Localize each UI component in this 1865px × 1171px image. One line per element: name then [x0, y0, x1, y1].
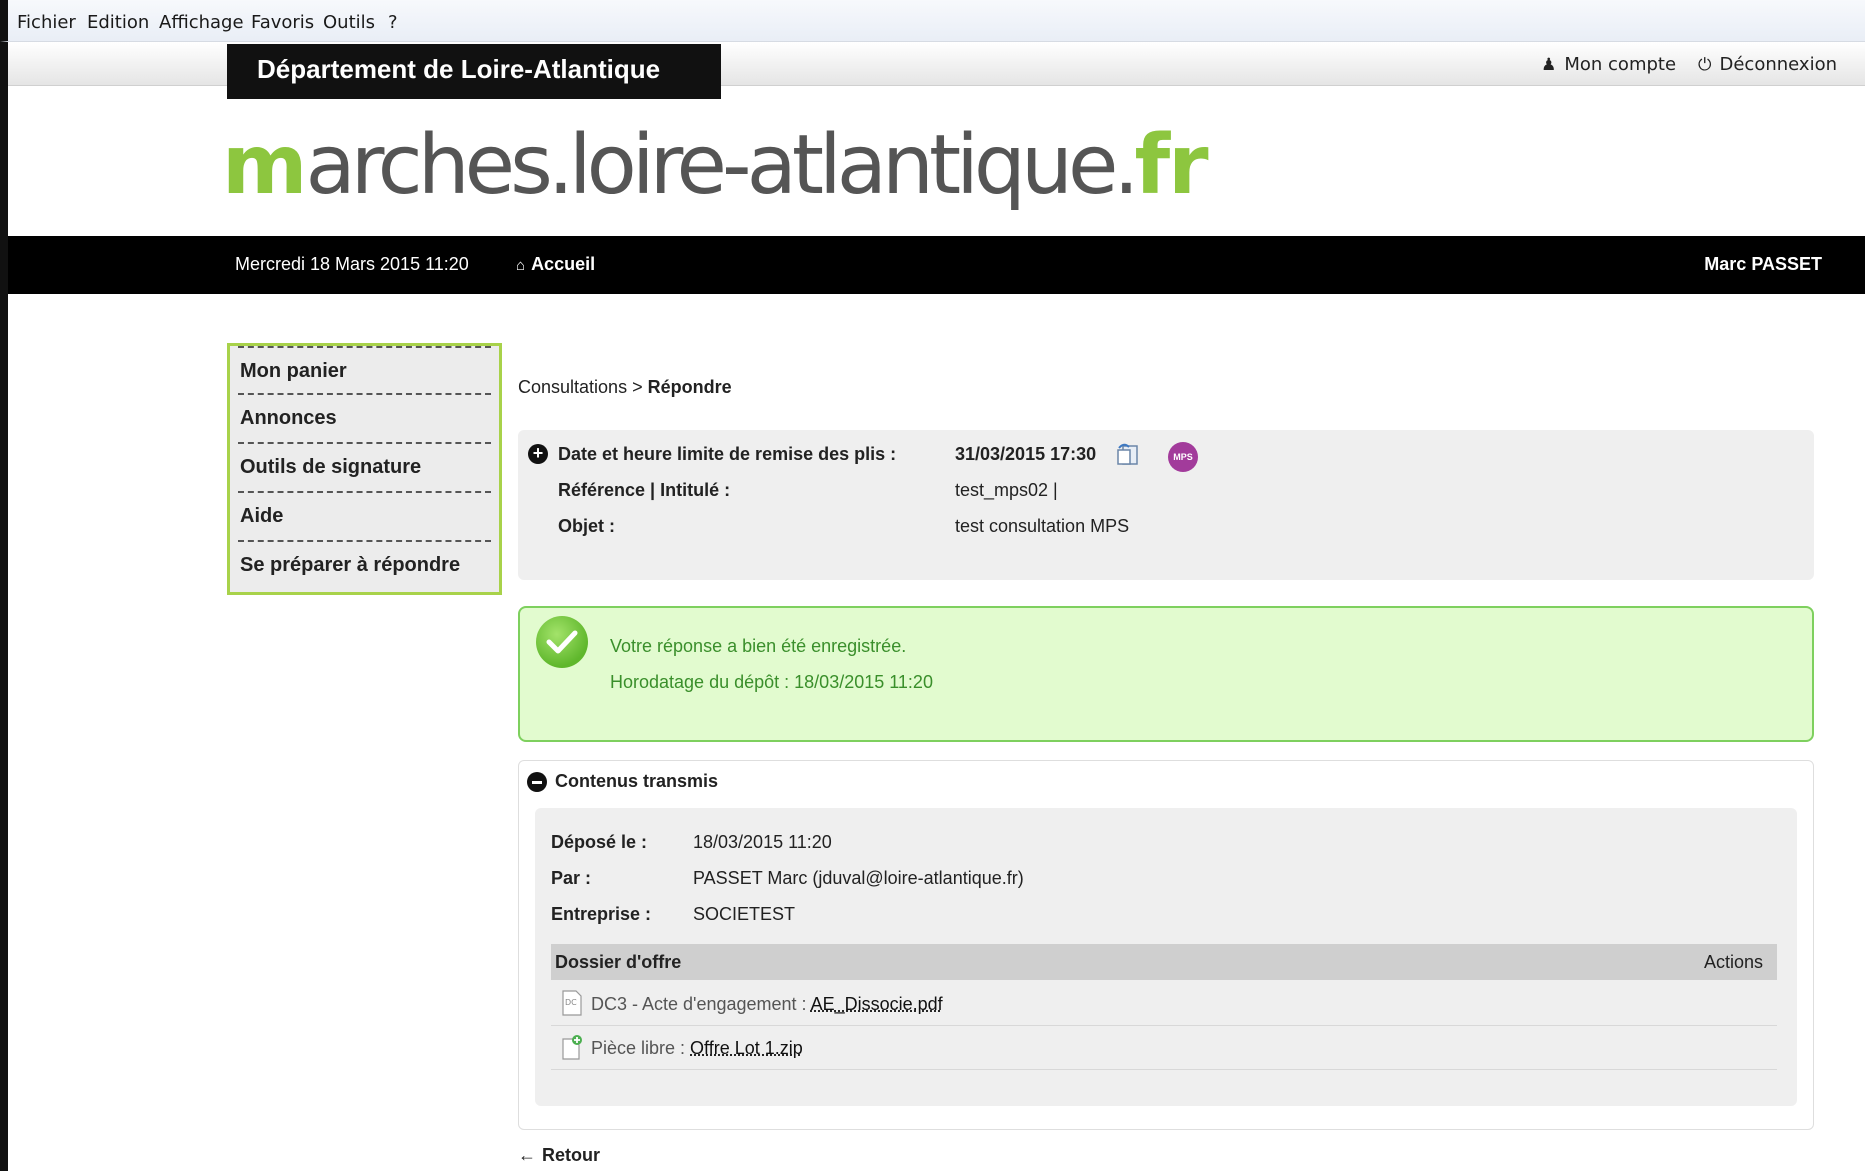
by-label: Par :	[551, 868, 592, 888]
offer-table-header: Dossier d'offre Actions	[551, 944, 1777, 980]
sidemenu-item-panier[interactable]: Mon panier	[238, 346, 491, 395]
my-account-label: Mon compte	[1564, 54, 1677, 75]
user-name: Marc PASSET	[1704, 254, 1822, 274]
breadcrumb: Consultations > Répondre	[518, 377, 732, 398]
logo-m: m	[222, 118, 307, 213]
logout-link[interactable]: ⏻ Déconnexion	[1698, 54, 1837, 75]
current-date: Mercredi 18 Mars 2015 11:20	[235, 254, 469, 274]
reference-value: test_mps02 |	[955, 480, 1058, 500]
success-text: Votre réponse a bien été enregistrée.	[610, 636, 907, 656]
company-label: Entreprise :	[551, 904, 652, 924]
deadline-label: Date et heure limite de remise des plis …	[558, 444, 897, 464]
home-label: Accueil	[531, 254, 596, 274]
breadcrumb-consultations[interactable]: Consultations	[518, 377, 627, 397]
transmitted-contents: Contenus transmis Déposé le : 18/03/2015…	[518, 760, 1814, 1130]
timestamp-value: 18/03/2015 11:20	[794, 672, 933, 692]
object-label: Objet :	[558, 516, 615, 536]
object-value: test consultation MPS	[955, 516, 1130, 536]
home-icon: ⌂	[516, 257, 526, 274]
logo-middle: arches.loire-atlantique.	[305, 118, 1139, 213]
file-entry: DC3 - Acte d'engagement : AE_Dissocie.pd…	[591, 994, 943, 1015]
expand-icon[interactable]: +	[528, 444, 548, 464]
collapse-icon[interactable]	[527, 772, 547, 792]
menu-affichage[interactable]: Affichage	[159, 12, 244, 33]
dc-document-icon: DC	[562, 990, 582, 1016]
file-entry: Pièce libre : Offre Lot 1.zip	[591, 1038, 803, 1059]
user-icon: ♟	[1541, 55, 1557, 75]
department-title: Département de Loire-Atlantique	[227, 44, 721, 99]
my-account-link[interactable]: ♟ Mon compte	[1541, 54, 1676, 75]
deposit-value: 18/03/2015 11:20	[693, 832, 832, 852]
consultation-info: + Date et heure limite de remise des pli…	[518, 430, 1814, 580]
add-file-icon	[562, 1035, 582, 1060]
success-message-box: Votre réponse a bien été enregistrée. Ho…	[518, 606, 1814, 742]
menu-fichier[interactable]: Fichier	[17, 12, 76, 33]
logo-fr: fr	[1134, 118, 1208, 213]
reference-label: Référence | Intitulé :	[558, 480, 731, 500]
side-menu: Mon panier Annonces Outils de signature …	[227, 343, 502, 595]
top-navbar: Mercredi 18 Mars 2015 11:20 ⌂ Accueil Mar…	[8, 236, 1865, 294]
account-links: ♟ Mon compte ⏻ Déconnexion	[1541, 54, 1837, 75]
file-link[interactable]: AE_Dissocie.pdf	[811, 994, 943, 1014]
contents-title: Contenus transmis	[555, 771, 719, 791]
browser-menubar: Fichier Edition Affichage Favoris Outils…	[0, 0, 1865, 42]
breadcrumb-separator: >	[627, 377, 648, 397]
timestamp-label: Horodatage du dépôt :	[610, 672, 790, 692]
table-row: Pièce libre : Offre Lot 1.zip	[551, 1026, 1777, 1070]
back-label: Retour	[542, 1145, 600, 1165]
contents-details: Déposé le : 18/03/2015 11:20 Par : PASSE…	[535, 808, 1797, 1106]
timestamp-line: Horodatage du dépôt : 18/03/2015 11:20	[610, 672, 933, 693]
home-link[interactable]: ⌂ Accueil	[516, 254, 595, 275]
company-value: SOCIETEST	[693, 904, 796, 924]
sidemenu-item-preparer[interactable]: Se préparer à répondre	[238, 542, 491, 591]
menu-favoris[interactable]: Favoris	[251, 12, 314, 33]
back-link[interactable]: ← Retour	[518, 1145, 600, 1166]
sidemenu-item-aide[interactable]: Aide	[238, 493, 491, 542]
power-icon: ⏻	[1698, 55, 1712, 75]
file-link[interactable]: Offre Lot 1.zip	[690, 1038, 803, 1058]
actions-column-header: Actions	[1703, 952, 1763, 972]
file-type-label: DC3 - Acte d'engagement :	[591, 994, 811, 1014]
logout-label: Déconnexion	[1719, 54, 1838, 75]
sidemenu-item-annonces[interactable]: Annonces	[238, 395, 491, 444]
deadline-value: 31/03/2015 17:30	[955, 444, 1097, 464]
copy-icon[interactable]	[1115, 442, 1141, 466]
svg-text:DC: DC	[565, 998, 577, 1007]
site-logo[interactable]: marches.loire-atlantique.fr	[222, 118, 1209, 213]
table-row: DC DC3 - Acte d'engagement : AE_Dissocie…	[551, 982, 1777, 1026]
menu-outils[interactable]: Outils	[323, 12, 375, 33]
arrow-left-icon: ←	[518, 1145, 536, 1165]
by-value: PASSET Marc (jduval@loire-atlantique.fr)	[693, 868, 1024, 888]
deposit-label: Déposé le :	[551, 832, 648, 852]
menu-edition[interactable]: Edition	[87, 12, 149, 33]
breadcrumb-current: Répondre	[647, 377, 732, 397]
sidemenu-item-signature[interactable]: Outils de signature	[238, 444, 491, 493]
window-frame	[0, 0, 8, 1171]
file-type-label: Pièce libre :	[591, 1038, 691, 1058]
offer-table-title: Dossier d'offre	[555, 952, 682, 972]
menu-help[interactable]: ?	[388, 12, 398, 33]
mps-badge-icon: MPS	[1168, 442, 1198, 472]
checkmark-icon	[536, 616, 588, 668]
